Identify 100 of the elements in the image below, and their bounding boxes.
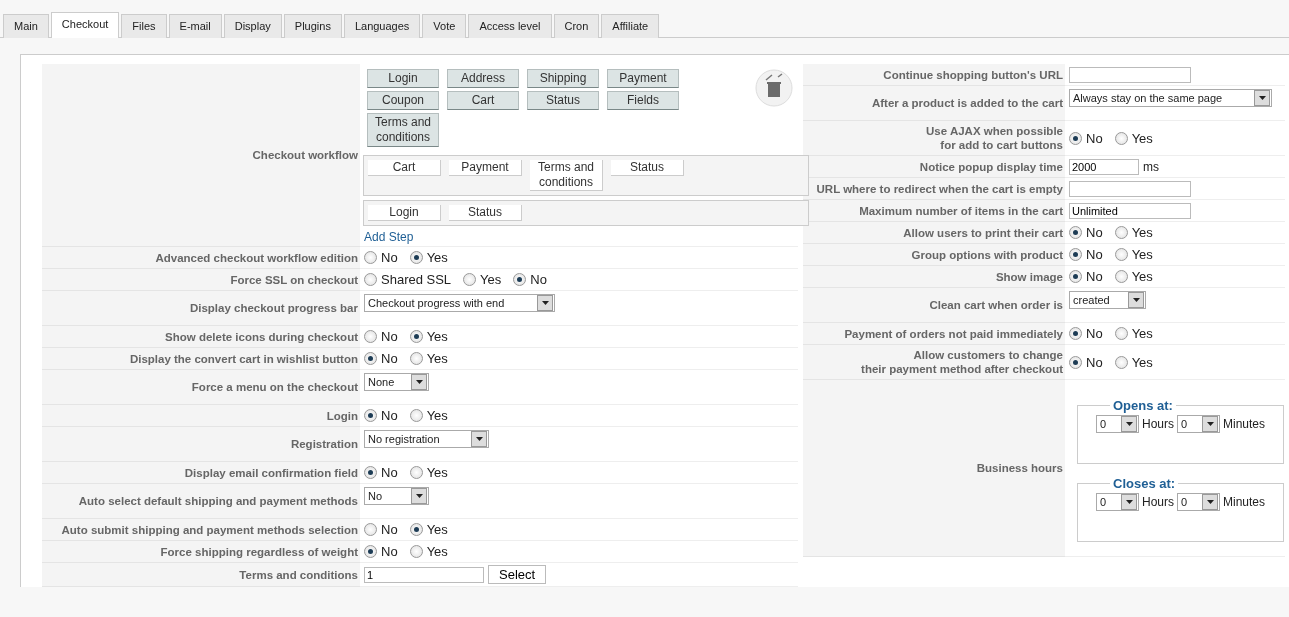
workflow-step-button[interactable]: Cart (447, 91, 519, 110)
fieldset-legend: Closes at: (1110, 476, 1179, 491)
workflow-step-button[interactable]: Coupon (367, 91, 439, 110)
radio-option[interactable]: Yes (409, 329, 448, 344)
radio-option[interactable]: No (1069, 269, 1103, 284)
select-dropdown[interactable]: Always stay on the same page (1069, 89, 1272, 107)
minutes-label: Minutes (1223, 417, 1266, 431)
hours-label: Hours (1142, 495, 1174, 509)
radio-option[interactable]: No (364, 250, 398, 265)
setting-label: Allow users to print their cart (803, 222, 1065, 244)
setting-label: Login (42, 405, 360, 427)
workflow-step-button[interactable]: Terms and conditions (367, 113, 439, 147)
setting-label: Terms and conditions (42, 563, 360, 587)
tab[interactable]: Access level (468, 14, 552, 38)
radio-option[interactable]: No (364, 465, 398, 480)
radio-option[interactable]: Shared SSL (364, 272, 452, 287)
radio-option[interactable]: Yes (1114, 354, 1153, 370)
text-input[interactable]: 1 (364, 566, 484, 583)
tab[interactable]: Cron (553, 14, 600, 38)
radio-option[interactable]: No (1069, 130, 1103, 146)
select-dropdown[interactable]: Checkout progress with end (364, 294, 555, 312)
caret-icon (1128, 292, 1144, 308)
workflow-step-button[interactable]: Login (367, 69, 439, 88)
radio-option[interactable]: Yes (409, 544, 448, 559)
setting-label: URL where to redirect when the cart is empty (803, 178, 1065, 200)
workflow-step-button[interactable]: Payment (607, 69, 679, 88)
tab[interactable]: Affiliate (601, 14, 660, 38)
radio-option[interactable]: No (1069, 225, 1103, 240)
text-input[interactable] (1069, 66, 1191, 83)
select-button[interactable]: Select (488, 565, 547, 584)
caret-icon (471, 431, 487, 447)
tab[interactable]: E-mail (168, 14, 222, 38)
radio-option[interactable]: No (364, 544, 398, 559)
add-step-link[interactable]: Add Step (364, 230, 414, 244)
setting-label: Display email confirmation field (42, 462, 360, 484)
radio-option[interactable]: Yes (409, 522, 448, 537)
workflow-step-item[interactable]: Status (449, 205, 522, 221)
workflow-step-item[interactable]: Cart (368, 160, 441, 176)
fieldset-legend: Opens at: (1110, 398, 1176, 413)
tab[interactable]: Plugins (283, 14, 342, 38)
text-input[interactable]: 2000 (1069, 158, 1139, 175)
setting-label: Show delete icons during checkout (42, 326, 360, 348)
text-input[interactable] (1069, 180, 1191, 197)
radio-option[interactable]: No (1069, 354, 1103, 370)
setting-label: Display the convert cart in wishlist button (42, 348, 360, 370)
text-input[interactable]: Unlimited (1069, 202, 1191, 219)
tab[interactable]: Checkout (50, 12, 120, 38)
setting-label: Advanced checkout workflow edition (42, 247, 360, 269)
select-dropdown[interactable]: 0 (1096, 415, 1139, 433)
setting-label: Auto submit shipping and payment methods selection (42, 519, 360, 541)
select-dropdown[interactable]: 0 (1177, 493, 1220, 511)
radio-option[interactable]: No (364, 329, 398, 344)
unit-label: ms (1143, 159, 1159, 174)
select-dropdown[interactable]: No registration (364, 430, 489, 448)
workflow-step-item[interactable]: Login (368, 205, 441, 221)
tab[interactable]: Display (223, 14, 282, 38)
tab[interactable]: Main (3, 14, 49, 38)
radio-option[interactable]: Yes (409, 250, 448, 265)
caret-icon (1121, 494, 1137, 510)
select-dropdown[interactable]: None (364, 373, 429, 391)
trash-icon[interactable] (754, 68, 794, 108)
caret-icon (1202, 494, 1218, 510)
radio-option[interactable]: No (364, 522, 398, 537)
tab[interactable]: Languages (343, 14, 421, 38)
workflow-step-item[interactable]: Payment (449, 160, 522, 176)
workflow-step-button[interactable]: Shipping (527, 69, 599, 88)
setting-label: Allow customers to change their payment method after checkout (803, 345, 1065, 380)
radio-option[interactable]: Yes (1114, 247, 1153, 262)
setting-label: Display checkout progress bar (42, 291, 360, 326)
radio-option[interactable]: Yes (409, 351, 448, 366)
setting-label: Clean cart when order is (803, 288, 1065, 323)
radio-option[interactable]: No (1069, 326, 1103, 341)
select-dropdown[interactable]: created (1069, 291, 1146, 309)
radio-option[interactable]: No (364, 408, 398, 423)
caret-icon (1202, 416, 1218, 432)
radio-option[interactable]: Yes (1114, 225, 1153, 240)
workflow-step-item[interactable]: Terms and conditions (530, 160, 603, 191)
select-dropdown[interactable]: 0 (1096, 493, 1139, 511)
select-dropdown[interactable]: No (364, 487, 429, 505)
radio-option[interactable]: Yes (1114, 269, 1153, 284)
radio-option[interactable]: Yes (463, 272, 502, 287)
select-dropdown[interactable]: 0 (1177, 415, 1220, 433)
workflow-step-button[interactable]: Address (447, 69, 519, 88)
caret-icon (411, 374, 427, 390)
radio-option[interactable]: Yes (1114, 130, 1153, 146)
radio-option[interactable]: No (513, 272, 547, 287)
tab[interactable]: Vote (422, 14, 467, 38)
caret-icon (537, 295, 553, 311)
radio-option[interactable]: Yes (1114, 326, 1153, 341)
radio-option[interactable]: Yes (409, 465, 448, 480)
workflow-step-item[interactable]: Status (611, 160, 684, 176)
setting-label: Payment of orders not paid immediately (803, 323, 1065, 345)
workflow-step-button[interactable]: Fields (607, 91, 679, 110)
workflow-step-button[interactable]: Status (527, 91, 599, 110)
setting-label: Registration (42, 427, 360, 462)
radio-option[interactable]: No (364, 351, 398, 366)
radio-option[interactable]: Yes (409, 408, 448, 423)
radio-option[interactable]: No (1069, 247, 1103, 262)
setting-label: Force a menu on the checkout (42, 370, 360, 405)
tab[interactable]: Files (121, 14, 167, 38)
